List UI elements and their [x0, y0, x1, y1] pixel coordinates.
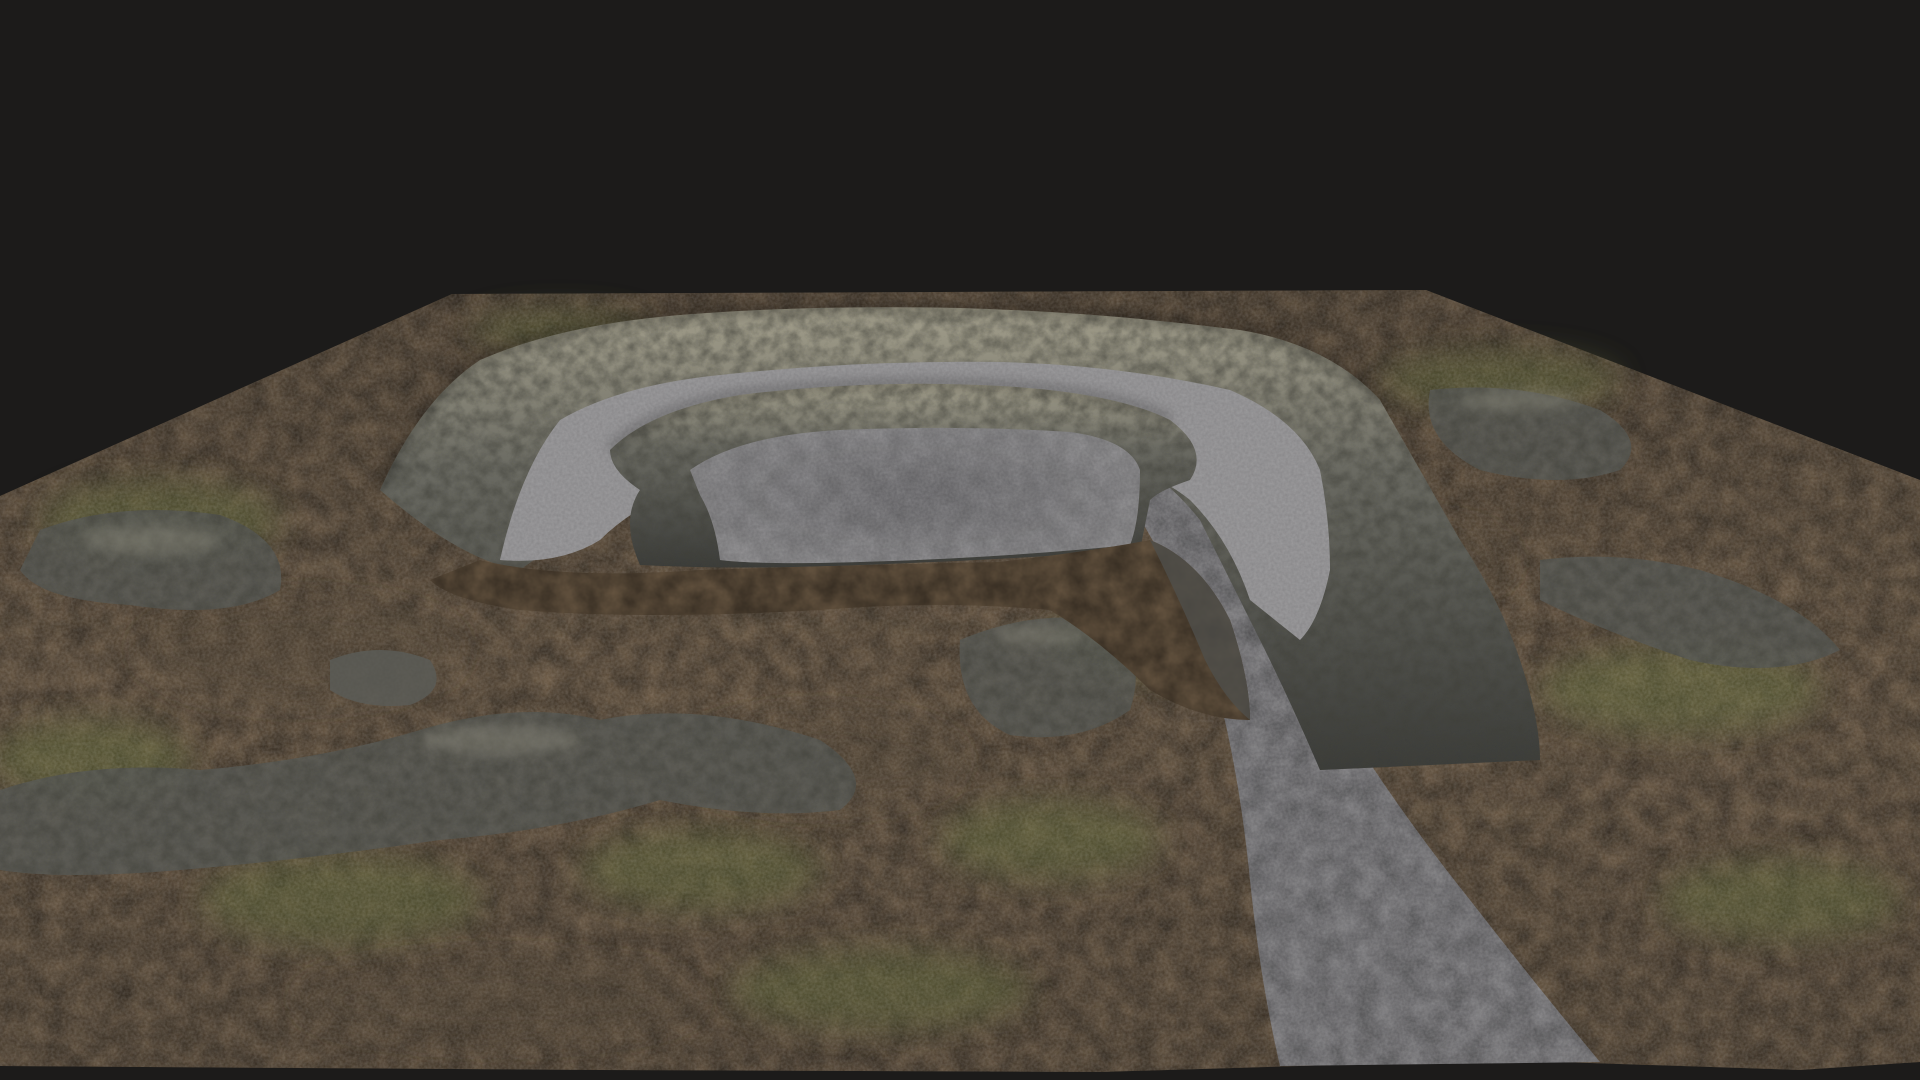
quarry-terrain-render: [0, 290, 1920, 1072]
inner-pit: [610, 383, 1197, 568]
3d-viewport[interactable]: [0, 0, 1920, 1080]
